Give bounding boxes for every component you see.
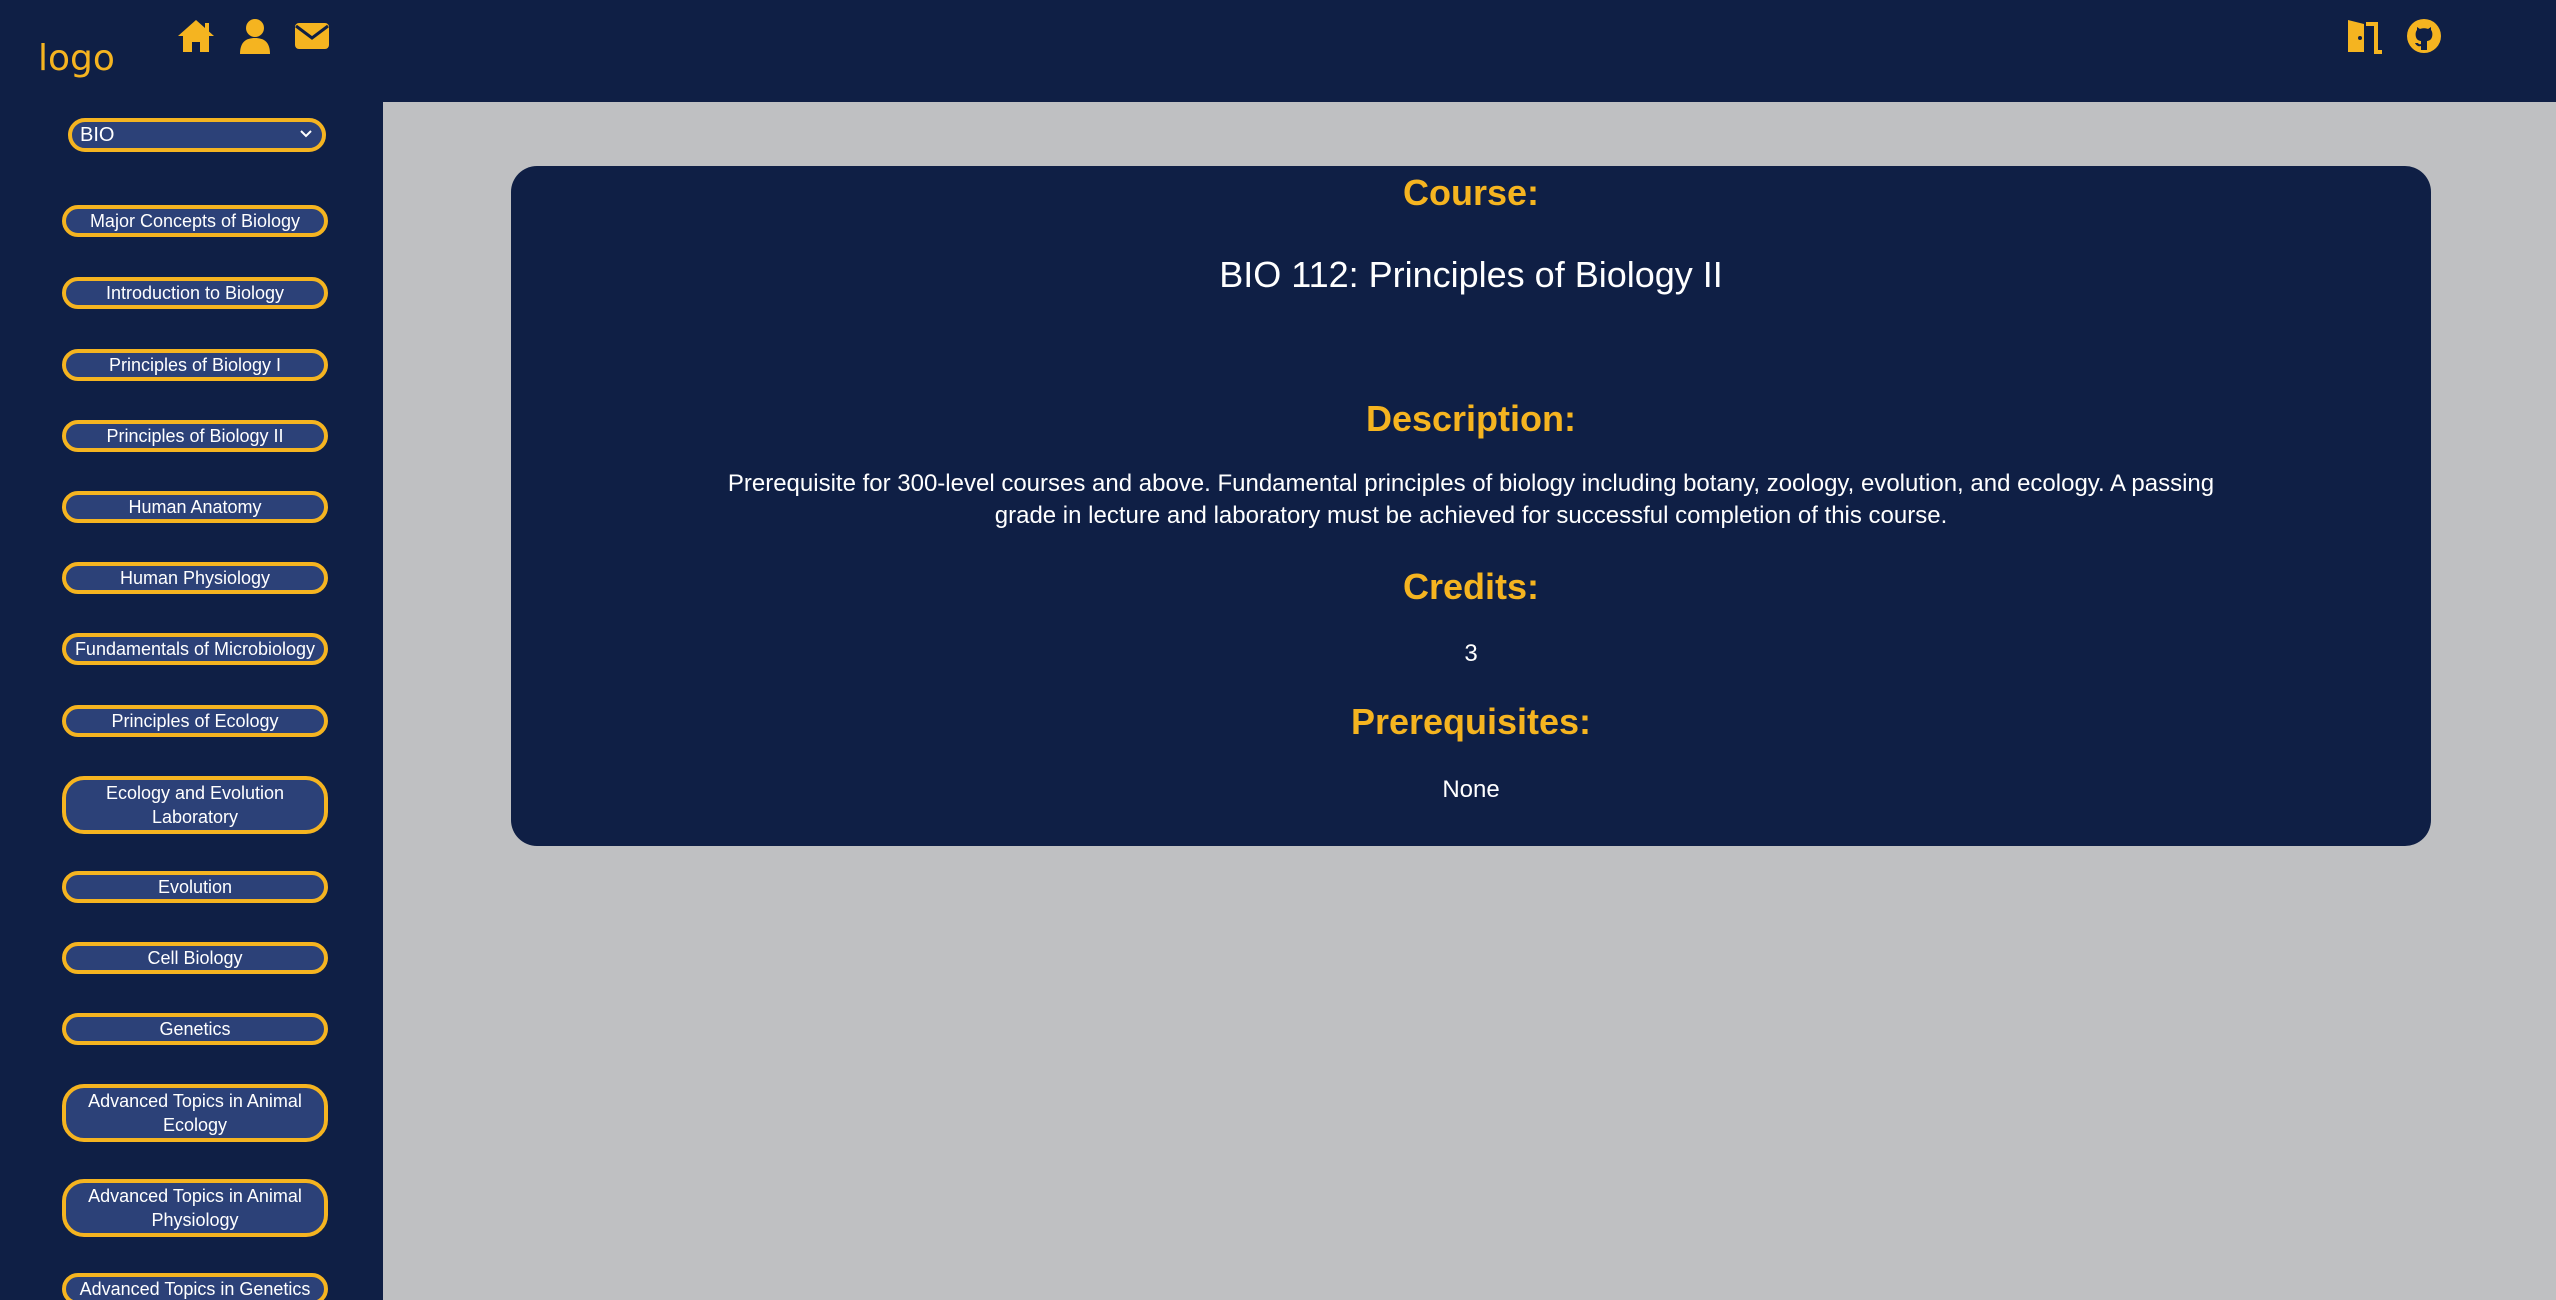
- course-button-advanced-topics-in-genetics[interactable]: Advanced Topics in Genetics: [62, 1273, 328, 1300]
- github-icon[interactable]: [2406, 18, 2442, 54]
- course-button-cell-biology[interactable]: Cell Biology: [62, 942, 328, 974]
- course-button-principles-of-biology-ii[interactable]: Principles of Biology II: [62, 420, 328, 452]
- course-button-genetics[interactable]: Genetics: [62, 1013, 328, 1045]
- course-card: Course: BIO 112: Principles of Biology I…: [511, 166, 2431, 846]
- door-exit-icon[interactable]: [2344, 18, 2384, 54]
- course-name: BIO 112: Principles of Biology II: [1219, 254, 1723, 295]
- department-select-value: BIO: [80, 124, 115, 146]
- credits-value: 3: [1464, 640, 1478, 667]
- prerequisites-value: None: [1442, 776, 1500, 803]
- course-button-advanced-topics-in-animal-physiology[interactable]: Advanced Topics in Animal Physiology: [62, 1179, 328, 1237]
- top-bar: logo: [0, 0, 2556, 102]
- course-button-evolution[interactable]: Evolution: [62, 871, 328, 903]
- course-button-introduction-to-biology[interactable]: Introduction to Biology: [62, 277, 328, 309]
- course-button-major-concepts-of-biology[interactable]: Major Concepts of Biology: [62, 205, 328, 237]
- course-button-human-physiology[interactable]: Human Physiology: [62, 562, 328, 594]
- description-heading: Description:: [1365, 398, 1577, 439]
- course-heading: Course:: [1402, 172, 1540, 213]
- credits-heading: Credits:: [1402, 566, 1540, 607]
- course-button-human-anatomy[interactable]: Human Anatomy: [62, 491, 328, 523]
- department-select[interactable]: BIO: [68, 118, 326, 152]
- home-icon[interactable]: [176, 18, 216, 54]
- course-button-principles-of-ecology[interactable]: Principles of Ecology: [62, 705, 328, 737]
- course-button-principles-of-biology-i[interactable]: Principles of Biology I: [62, 349, 328, 381]
- main-content: Course: BIO 112: Principles of Biology I…: [383, 102, 2556, 1300]
- course-button-advanced-topics-in-animal-ecology[interactable]: Advanced Topics in Animal Ecology: [62, 1084, 328, 1142]
- description-text: Prerequisite for 300-level courses and a…: [727, 470, 2215, 529]
- course-button-ecology-and-evolution-laboratory[interactable]: Ecology and Evolution Laboratory: [62, 776, 328, 834]
- sidebar: BIO Major Concepts of Biology Introducti…: [0, 102, 383, 1300]
- logo[interactable]: logo: [38, 38, 115, 79]
- envelope-icon[interactable]: [294, 22, 330, 50]
- course-button-fundamentals-of-microbiology[interactable]: Fundamentals of Microbiology: [62, 633, 328, 665]
- user-icon[interactable]: [238, 18, 272, 54]
- chevron-down-icon: [300, 130, 312, 138]
- prerequisites-heading: Prerequisites:: [1350, 701, 1592, 742]
